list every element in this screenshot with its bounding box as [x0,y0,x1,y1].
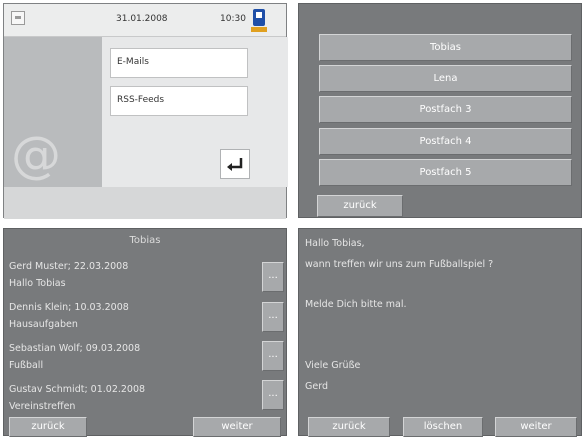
inbox-title: Tobias [129,235,161,246]
message-sender[interactable]: Dennis Klein; 10.03.2008 [9,302,129,313]
back-button[interactable]: zurück [308,417,390,437]
settings-icon[interactable] [11,11,25,25]
message-sender[interactable]: Sebastian Wolf; 09.03.2008 [9,343,140,354]
next-button[interactable]: weiter [193,417,281,437]
message-sender[interactable]: Gustav Schmidt; 01.02.2008 [9,384,145,395]
delete-button[interactable]: löschen [403,417,483,437]
more-button[interactable]: ... [262,380,284,410]
battery-icon [251,9,267,32]
status-date: 31.01.2008 [116,14,168,24]
message-greeting: Hallo Tobias, [305,238,365,249]
status-time: 10:30 [220,14,246,24]
message-subject[interactable]: Hausaufgaben [9,319,78,330]
message-view-screen: Hallo Tobias, wann treffen wir uns zum F… [298,228,582,437]
message-subject[interactable]: Fußball [9,360,43,371]
message-sender[interactable]: Gerd Muster; 22.03.2008 [9,261,128,272]
mailbox-5[interactable]: Postfach 5 [319,159,572,186]
mailbox-list-screen: Tobias Lena Postfach 3 Postfach 4 Postfa… [298,3,582,218]
back-button[interactable]: zurück [9,417,87,437]
message-closing: Viele Grüße [305,360,361,371]
mailbox-3[interactable]: Postfach 3 [319,96,572,123]
inbox-screen: Tobias Gerd Muster; 22.03.2008 Hallo Tob… [3,228,287,437]
more-button[interactable]: ... [262,262,284,292]
emails-button[interactable]: E-Mails [110,48,248,78]
more-button[interactable]: ... [262,302,284,332]
footer-bar [4,187,286,219]
message-subject[interactable]: Hallo Tobias [9,278,66,289]
back-button[interactable]: zurück [317,195,403,217]
more-button[interactable]: ... [262,341,284,371]
enter-icon [227,158,243,171]
rss-feeds-button[interactable]: RSS-Feeds [110,86,248,116]
message-body-line: Melde Dich bitte mal. [305,299,407,310]
at-sign-icon: @ [11,126,61,184]
message-body-line: wann treffen wir uns zum Fußballspiel ? [305,259,494,270]
message-signature: Gerd [305,381,328,392]
message-subject[interactable]: Vereinstreffen [9,401,75,412]
mailbox-lena[interactable]: Lena [319,65,572,92]
next-button[interactable]: weiter [495,417,577,437]
mailbox-tobias[interactable]: Tobias [319,34,572,61]
mailbox-4[interactable]: Postfach 4 [319,128,572,155]
enter-button[interactable] [220,149,250,179]
home-screen: 31.01.2008 10:30 @ E-Mails RSS-Feeds [3,3,288,219]
